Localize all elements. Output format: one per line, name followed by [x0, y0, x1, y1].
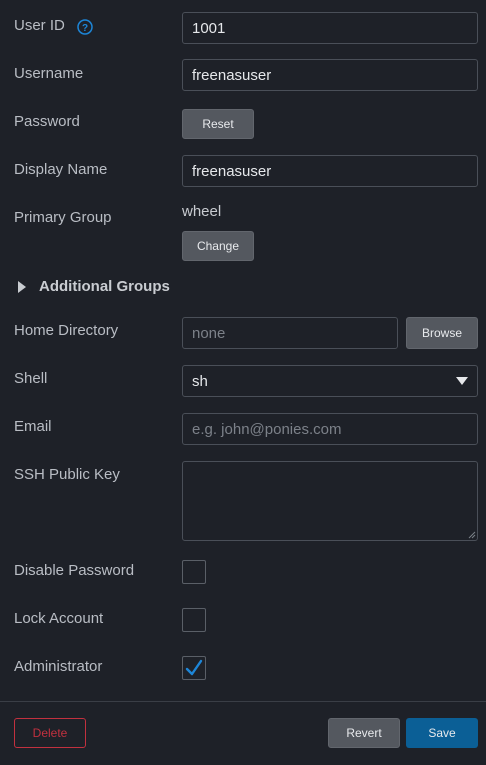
- ssh-public-key-textarea[interactable]: [182, 461, 478, 541]
- primary-group-label: Primary Group: [14, 209, 112, 226]
- primary-group-value: wheel: [182, 203, 222, 220]
- disable-password-checkbox[interactable]: [182, 560, 206, 584]
- lock-account-checkbox[interactable]: [182, 608, 206, 632]
- footer-divider: [0, 701, 486, 702]
- password-reset-button[interactable]: Reset: [182, 109, 254, 139]
- shell-label: Shell: [14, 370, 48, 387]
- browse-button[interactable]: Browse: [406, 317, 478, 349]
- email-label: Email: [14, 418, 52, 435]
- user-id-label: User ID: [14, 17, 65, 34]
- svg-text:?: ?: [82, 23, 88, 34]
- shell-selected-value: sh: [192, 372, 208, 390]
- ssh-public-key-label: SSH Public Key: [14, 466, 120, 483]
- administrator-label: Administrator: [14, 658, 103, 675]
- delete-button[interactable]: Delete: [14, 718, 86, 748]
- shell-select[interactable]: sh: [182, 365, 478, 397]
- checkmark-icon: [185, 659, 203, 676]
- user-id-input[interactable]: 1001: [182, 12, 478, 44]
- lock-account-label: Lock Account: [14, 610, 104, 627]
- caret-right-icon: [18, 280, 26, 293]
- display-name-label: Display Name: [14, 161, 108, 178]
- additional-groups-toggle[interactable]: Additional Groups: [14, 278, 170, 295]
- caret-down-icon: [456, 377, 468, 385]
- display-name-input[interactable]: freenasuser: [182, 155, 478, 187]
- home-directory-input[interactable]: none: [182, 317, 398, 349]
- home-directory-label: Home Directory: [14, 322, 119, 339]
- email-input[interactable]: e.g. john@ponies.com: [182, 413, 478, 445]
- administrator-checkbox[interactable]: [182, 656, 206, 680]
- password-label: Password: [14, 113, 80, 130]
- additional-groups-label: Additional Groups: [39, 278, 170, 295]
- resize-handle-icon[interactable]: [468, 531, 476, 539]
- username-input[interactable]: freenasuser: [182, 59, 478, 91]
- save-button[interactable]: Save: [406, 718, 478, 748]
- revert-button[interactable]: Revert: [328, 718, 400, 748]
- username-label: Username: [14, 65, 84, 82]
- disable-password-label: Disable Password: [14, 562, 135, 579]
- help-icon[interactable]: ?: [77, 19, 93, 35]
- change-group-button[interactable]: Change: [182, 231, 254, 261]
